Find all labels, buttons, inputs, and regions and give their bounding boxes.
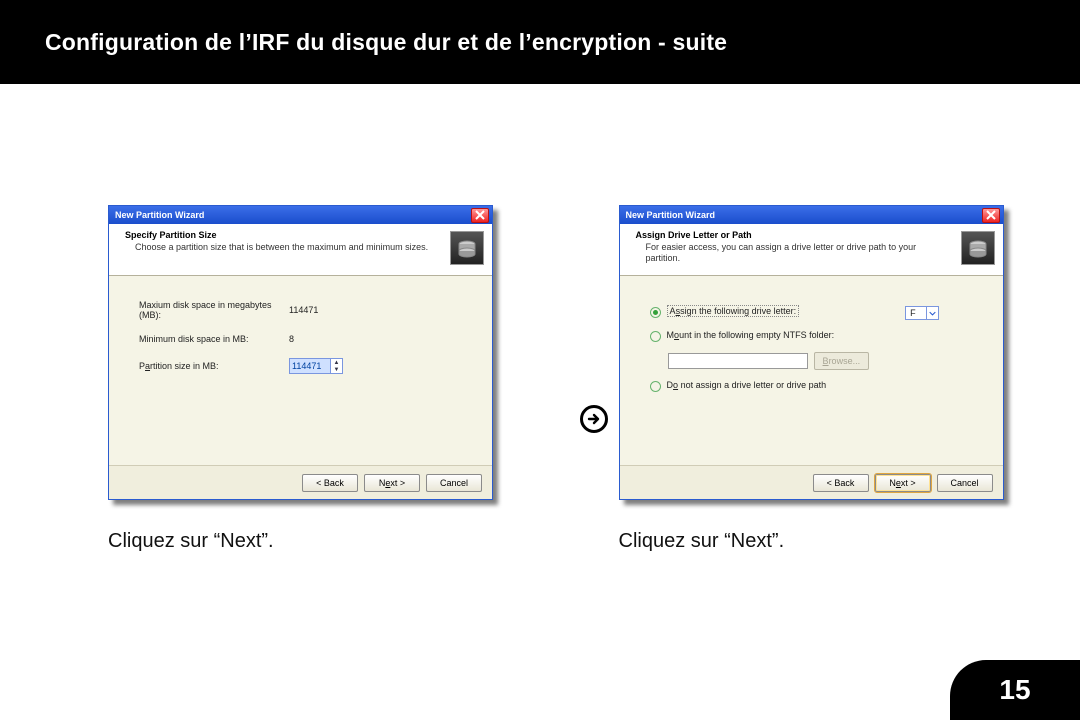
back-button[interactable]: < Back — [813, 474, 869, 492]
radio-icon[interactable] — [650, 307, 661, 318]
step-caption: Cliquez sur “Next”. — [108, 530, 569, 553]
option-mount-folder[interactable]: Mount in the following empty NTFS folder… — [650, 330, 983, 370]
radio-icon[interactable] — [650, 381, 661, 392]
page-number-tab: 15 — [950, 660, 1080, 720]
spinner-arrows[interactable]: ▲▼ — [330, 359, 342, 373]
cancel-button[interactable]: Cancel — [426, 474, 482, 492]
header-title: Specify Partition Size — [125, 230, 440, 240]
folder-path-input[interactable] — [668, 353, 808, 369]
label: Partition size in MB: — [139, 361, 283, 371]
arrow-right-icon — [580, 405, 608, 433]
spinner-value[interactable] — [290, 359, 330, 373]
next-button[interactable]: Next > — [364, 474, 420, 492]
option-no-letter[interactable]: Do not assign a drive letter or drive pa… — [650, 380, 983, 392]
value: 114471 — [289, 305, 318, 315]
dialog-header: Assign Drive Letter or Path For easier a… — [620, 224, 1003, 276]
value: 8 — [289, 334, 294, 344]
dialog-body: Assign the following drive letter: F Mou… — [620, 276, 1003, 476]
option-label: Mount in the following empty NTFS folder… — [667, 330, 835, 340]
label: Minimum disk space in MB: — [139, 334, 283, 344]
window-title: New Partition Wizard — [115, 210, 204, 220]
header-title: Assign Drive Letter or Path — [636, 230, 951, 240]
option-label: Assign the following drive letter: — [667, 306, 800, 316]
disk-icon — [450, 231, 484, 265]
drive-letter-select[interactable]: F — [905, 306, 939, 320]
titlebar: New Partition Wizard — [620, 206, 1003, 224]
back-button[interactable]: < Back — [302, 474, 358, 492]
chevron-up-icon[interactable]: ▲ — [331, 359, 342, 366]
partition-size-input[interactable]: ▲▼ — [289, 358, 343, 374]
page-header-bar: Configuration de l’IRF du disque dur et … — [0, 0, 1080, 84]
partition-size-row: Partition size in MB: ▲▼ — [139, 358, 472, 374]
page-title: Configuration de l’IRF du disque dur et … — [45, 29, 727, 56]
label: Maxium disk space in megabytes (MB): — [139, 300, 283, 320]
next-button[interactable]: Next > — [875, 474, 931, 492]
step-right: New Partition Wizard Assign Drive Letter… — [619, 205, 1080, 553]
button-bar: < Back Next > Cancel — [109, 465, 492, 499]
page-number: 15 — [999, 674, 1030, 706]
close-icon[interactable] — [982, 208, 1000, 223]
cancel-button[interactable]: Cancel — [937, 474, 993, 492]
option-label: Do not assign a drive letter or drive pa… — [667, 380, 827, 390]
flow-arrow — [569, 285, 618, 553]
button-bar: < Back Next > Cancel — [620, 465, 1003, 499]
option-assign-letter[interactable]: Assign the following drive letter: F — [650, 306, 983, 320]
drive-letter-value: F — [910, 308, 916, 318]
chevron-down-icon[interactable] — [926, 307, 938, 319]
step-caption: Cliquez sur “Next”. — [619, 530, 1080, 553]
chevron-down-icon[interactable]: ▼ — [331, 366, 342, 373]
disk-icon — [961, 231, 995, 265]
radio-icon[interactable] — [650, 331, 661, 342]
browse-button: BBrowse...rowse... — [814, 352, 870, 370]
window-title: New Partition Wizard — [626, 210, 715, 220]
partition-size-dialog: New Partition Wizard Specify Partition S… — [108, 205, 493, 500]
min-space-row: Minimum disk space in MB: 8 — [139, 334, 472, 344]
drive-letter-dialog: New Partition Wizard Assign Drive Letter… — [619, 205, 1004, 500]
titlebar: New Partition Wizard — [109, 206, 492, 224]
header-desc: For easier access, you can assign a driv… — [646, 242, 951, 264]
dialog-body: Maxium disk space in megabytes (MB): 114… — [109, 276, 492, 476]
header-desc: Choose a partition size that is between … — [135, 242, 440, 253]
close-icon[interactable] — [471, 208, 489, 223]
step-left: New Partition Wizard Specify Partition S… — [108, 205, 569, 553]
max-space-row: Maxium disk space in megabytes (MB): 114… — [139, 300, 472, 320]
dialog-header: Specify Partition Size Choose a partitio… — [109, 224, 492, 276]
